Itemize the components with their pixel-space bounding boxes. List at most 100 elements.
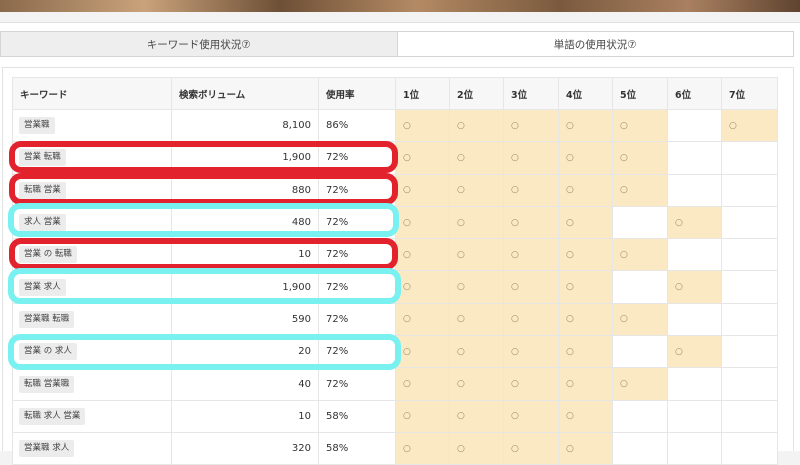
rank-3-cell: ○: [503, 205, 559, 240]
rank-5-cell: [612, 431, 668, 465]
rank-5-cell: ○: [612, 108, 668, 143]
keyword-chip[interactable]: 転職 営業: [19, 181, 66, 199]
keyword-cell: 転職 営業: [12, 173, 172, 207]
rank-2-cell: ○: [449, 205, 504, 240]
keyword-cell: 営業職 転職: [12, 302, 172, 337]
keyword-cell: 営業職: [12, 108, 172, 143]
rank-4-cell: ○: [558, 205, 613, 240]
rank-7-cell: [721, 205, 778, 240]
rank-7-cell: [721, 431, 778, 465]
rank-7-cell: ○: [721, 108, 778, 143]
volume-cell: 40: [171, 367, 319, 401]
header-rank-4: 4位: [558, 77, 613, 110]
volume-cell: 8,100: [171, 108, 319, 143]
rank-4-cell: ○: [558, 302, 613, 337]
header-photo-strip: [0, 0, 800, 12]
usage-rate-cell: 72%: [318, 205, 396, 240]
table-row: 営業職 8,100 86% ○ ○ ○ ○ ○ ○: [12, 108, 778, 143]
keyword-chip[interactable]: 営業 求人: [19, 278, 66, 296]
volume-cell: 10: [171, 399, 319, 433]
usage-rate-cell: 72%: [318, 270, 396, 304]
rank-3-cell: ○: [503, 108, 559, 143]
keyword-chip[interactable]: 求人 営業: [19, 214, 66, 232]
rank-7-cell: [721, 141, 778, 175]
keyword-chip[interactable]: 営業 の 求人: [19, 343, 77, 361]
keyword-cell: 求人 営業: [12, 205, 172, 240]
rank-2-cell: ○: [449, 335, 504, 369]
rank-2-cell: ○: [449, 108, 504, 143]
rank-6-cell: [667, 399, 722, 433]
rank-5-cell: [612, 205, 668, 240]
rank-7-cell: [721, 302, 778, 337]
table-header-row: キーワード 検索ボリューム 使用率 1位 2位 3位 4位 5位 6位 7位: [12, 77, 778, 110]
usage-rate-cell: 72%: [318, 238, 396, 272]
usage-rate-cell: 72%: [318, 173, 396, 207]
volume-cell: 320: [171, 431, 319, 465]
usage-rate-cell: 72%: [318, 141, 396, 175]
header-rate: 使用率: [318, 77, 396, 110]
table-row: 営業 の 転職 10 72% ○ ○ ○ ○ ○: [12, 238, 778, 272]
rank-5-cell: ○: [612, 367, 668, 401]
rank-4-cell: ○: [558, 270, 613, 304]
header-rank-7: 7位: [721, 77, 778, 110]
keyword-chip[interactable]: 営業職 求人: [19, 440, 75, 458]
rank-3-cell: ○: [503, 431, 559, 465]
volume-cell: 10: [171, 238, 319, 272]
rank-2-cell: ○: [449, 238, 504, 272]
rank-4-cell: ○: [558, 399, 613, 433]
rank-5-cell: ○: [612, 302, 668, 337]
rank-2-cell: ○: [449, 173, 504, 207]
keyword-chip[interactable]: 転職 営業職: [19, 375, 75, 393]
rank-3-cell: ○: [503, 302, 559, 337]
table-row: 求人 営業 480 72% ○ ○ ○ ○ ○: [12, 205, 778, 240]
keyword-cell: 営業職 求人: [12, 431, 172, 465]
usage-rate-cell: 72%: [318, 367, 396, 401]
keyword-cell: 転職 求人 営業: [12, 399, 172, 433]
rank-7-cell: [721, 399, 778, 433]
rank-1-cell: ○: [395, 367, 450, 401]
keyword-chip[interactable]: 転職 求人 営業: [19, 407, 86, 425]
rank-3-cell: ○: [503, 238, 559, 272]
rank-2-cell: ○: [449, 302, 504, 337]
header-rank-1: 1位: [395, 77, 450, 110]
keyword-chip[interactable]: 営業職 転職: [19, 310, 75, 328]
table-row: 転職 営業職 40 72% ○ ○ ○ ○ ○: [12, 367, 778, 401]
rank-2-cell: ○: [449, 141, 504, 175]
keyword-chip[interactable]: 営業 の 転職: [19, 246, 77, 264]
rank-4-cell: ○: [558, 173, 613, 207]
header-keyword: キーワード: [12, 77, 172, 110]
header-rank-2: 2位: [449, 77, 504, 110]
rank-6-cell: [667, 302, 722, 337]
rank-6-cell: [667, 238, 722, 272]
keyword-cell: 営業 の 転職: [12, 238, 172, 272]
keyword-chip[interactable]: 営業 転職: [19, 149, 66, 167]
rank-6-cell: [667, 367, 722, 401]
rank-2-cell: ○: [449, 431, 504, 465]
usage-rate-cell: 58%: [318, 431, 396, 465]
header-rank-3: 3位: [503, 77, 559, 110]
table-row: 転職 求人 営業 10 58% ○ ○ ○ ○: [12, 399, 778, 433]
keyword-chip[interactable]: 営業職: [19, 117, 55, 135]
tab-word-usage[interactable]: 単語の使用状況⑦: [397, 31, 794, 57]
tab-keyword-usage[interactable]: キーワード使用状況⑦: [0, 31, 398, 57]
rank-1-cell: ○: [395, 173, 450, 207]
rank-1-cell: ○: [395, 108, 450, 143]
rank-6-cell: [667, 173, 722, 207]
rank-4-cell: ○: [558, 238, 613, 272]
header-volume: 検索ボリューム: [171, 77, 319, 110]
keyword-cell: 営業 の 求人: [12, 335, 172, 369]
rank-6-cell: [667, 431, 722, 465]
rank-6-cell: [667, 108, 722, 143]
rank-4-cell: ○: [558, 141, 613, 175]
header-rank-6: 6位: [667, 77, 722, 110]
rank-6-cell: ○: [667, 270, 722, 304]
rank-7-cell: [721, 238, 778, 272]
volume-cell: 480: [171, 205, 319, 240]
volume-cell: 1,900: [171, 141, 319, 175]
volume-cell: 590: [171, 302, 319, 337]
rank-6-cell: ○: [667, 335, 722, 369]
table-row: 営業 転職 1,900 72% ○ ○ ○ ○ ○: [12, 141, 778, 175]
rank-1-cell: ○: [395, 335, 450, 369]
rank-6-cell: ○: [667, 205, 722, 240]
rank-4-cell: ○: [558, 367, 613, 401]
